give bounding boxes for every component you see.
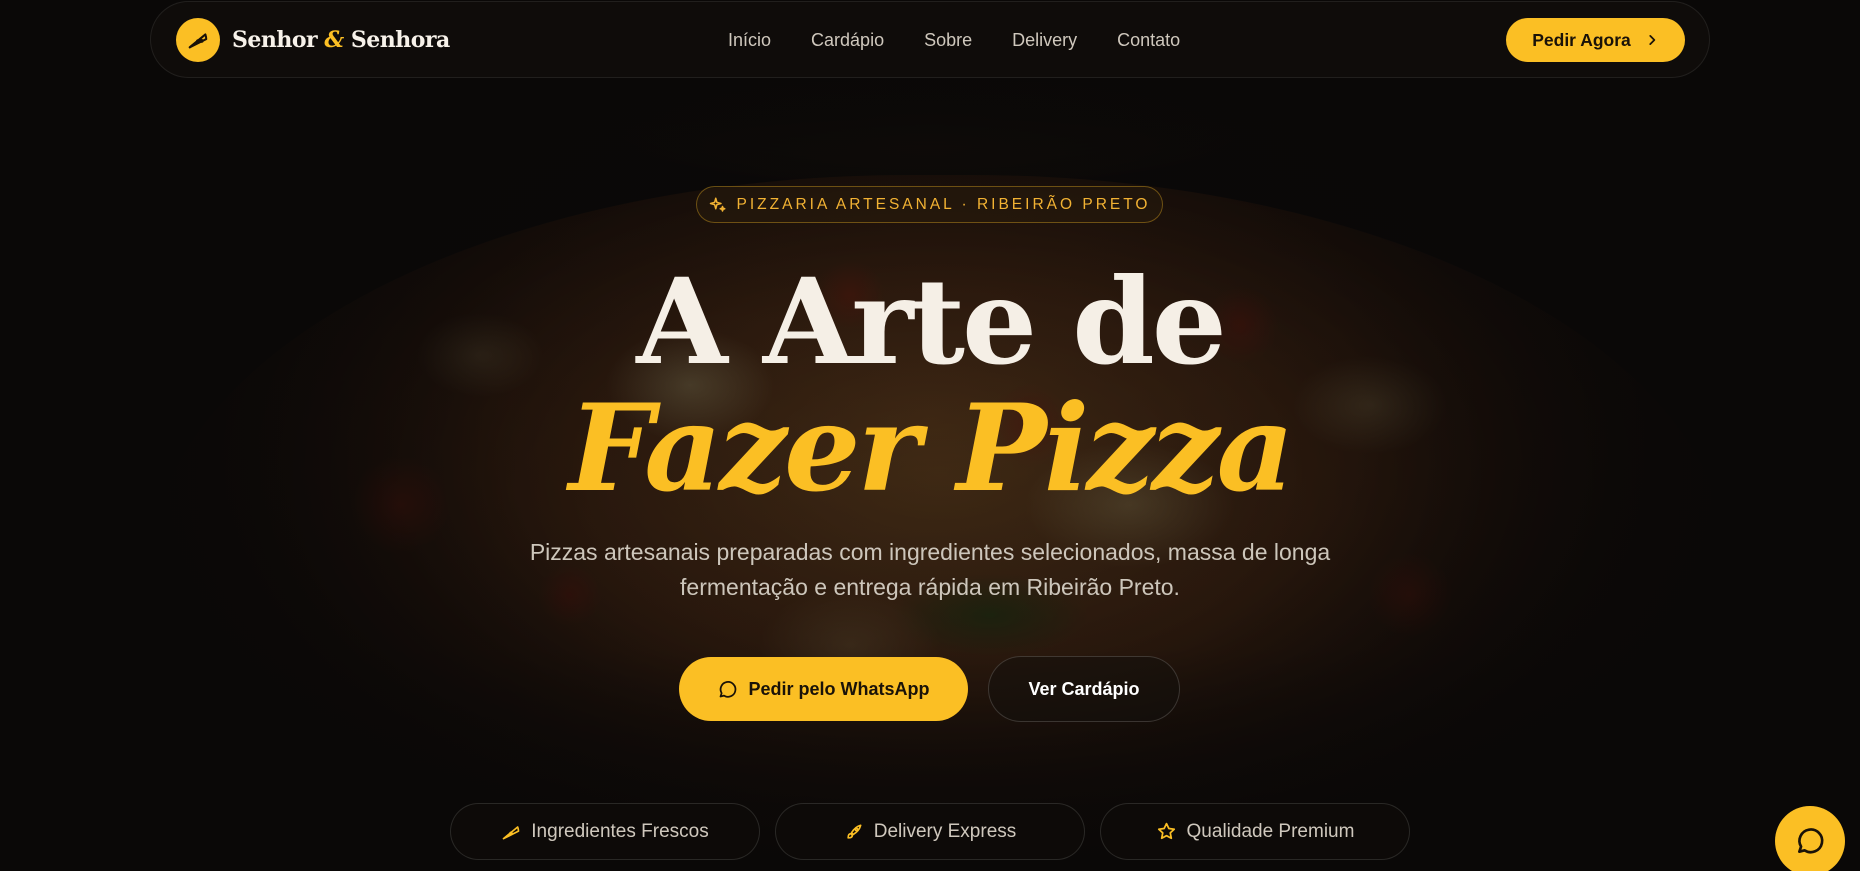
whatsapp-order-button[interactable]: Pedir pelo WhatsApp bbox=[679, 657, 968, 721]
hero-badge: PIZZARIA ARTESANAL · RIBEIRÃO PRETO bbox=[696, 186, 1163, 223]
message-circle-icon bbox=[717, 679, 738, 700]
navbar: Senhor & Senhora Início Cardápio Sobre D… bbox=[150, 1, 1710, 78]
nav-link-contato[interactable]: Contato bbox=[1117, 30, 1180, 51]
feature-fresh-ingredients: Ingredientes Frescos bbox=[450, 803, 760, 860]
pizza-slice-icon bbox=[176, 18, 220, 62]
brand-ampersand: & bbox=[324, 27, 344, 53]
nav-link-sobre[interactable]: Sobre bbox=[924, 30, 972, 51]
star-icon bbox=[1156, 821, 1177, 842]
feature-delivery-express: Delivery Express bbox=[775, 803, 1085, 860]
nav-link-cardapio[interactable]: Cardápio bbox=[811, 30, 884, 51]
main-nav: Início Cardápio Sobre Delivery Contato bbox=[728, 2, 1180, 79]
nav-link-inicio[interactable]: Início bbox=[728, 30, 771, 51]
feature-label: Ingredientes Frescos bbox=[531, 820, 709, 842]
nav-link-delivery[interactable]: Delivery bbox=[1012, 30, 1077, 51]
sparkles-icon bbox=[709, 196, 727, 214]
hero-title-line2: Fazer Pizza bbox=[568, 378, 1295, 519]
feature-label: Delivery Express bbox=[873, 820, 1017, 842]
hero-subtitle: Pizzas artesanais preparadas com ingredi… bbox=[480, 535, 1380, 605]
brand-name: Senhor & Senhora bbox=[232, 27, 450, 53]
chat-button[interactable] bbox=[1775, 806, 1845, 871]
hero-subtitle-line2: fermentação e entrega rápida em Ribeirão… bbox=[680, 574, 1180, 600]
hero-badge-text: PIZZARIA ARTESANAL · RIBEIRÃO PRETO bbox=[736, 195, 1151, 213]
pizza-slice-icon bbox=[501, 822, 521, 842]
hero-subtitle-line1: Pizzas artesanais preparadas com ingredi… bbox=[529, 539, 1331, 565]
message-circle-icon bbox=[1794, 825, 1826, 857]
brand-logo-link[interactable]: Senhor & Senhora bbox=[176, 18, 450, 62]
order-now-button[interactable]: Pedir Agora bbox=[1506, 18, 1685, 62]
order-now-label: Pedir Agora bbox=[1532, 29, 1631, 50]
feature-premium-quality: Qualidade Premium bbox=[1100, 803, 1410, 860]
chevron-right-icon bbox=[1645, 33, 1659, 47]
whatsapp-order-label: Pedir pelo WhatsApp bbox=[748, 678, 930, 699]
view-menu-button[interactable]: Ver Cardápio bbox=[988, 656, 1180, 722]
feature-label: Qualidade Premium bbox=[1186, 820, 1355, 842]
rocket-icon bbox=[844, 822, 864, 842]
hero-title-line1: A Arte de bbox=[636, 252, 1227, 391]
view-menu-label: Ver Cardápio bbox=[1028, 678, 1140, 699]
